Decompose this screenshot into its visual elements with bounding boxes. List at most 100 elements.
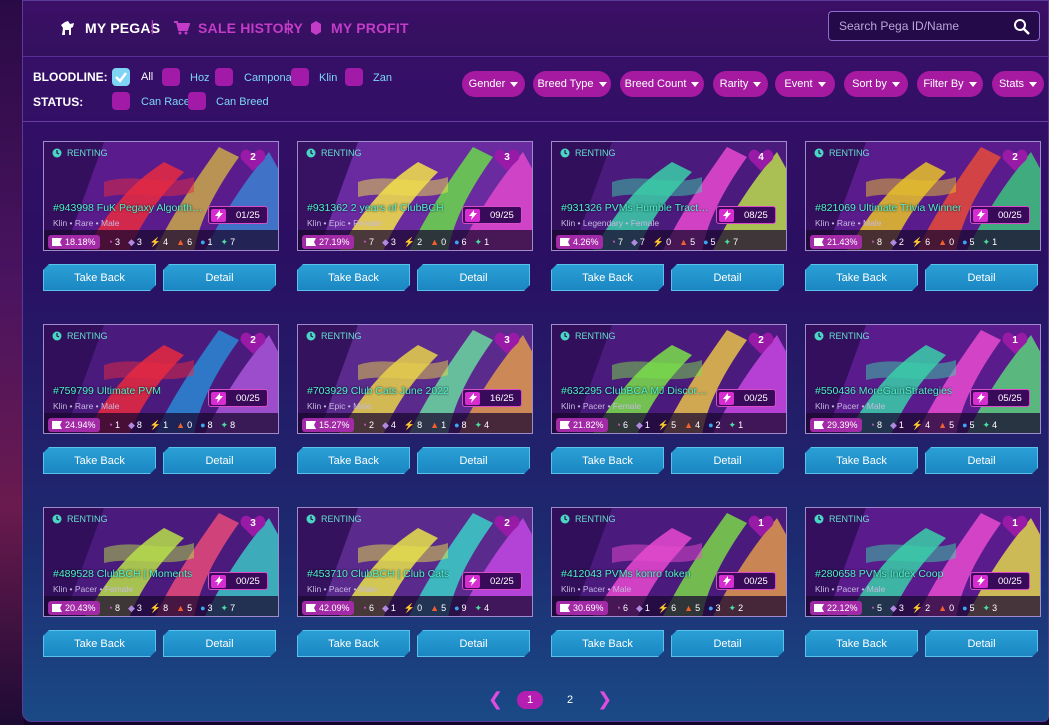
take-back-button[interactable]: Take Back — [551, 264, 664, 291]
pega-meta: Klin • Pacer • Male — [815, 584, 886, 594]
checkbox-can-race[interactable] — [112, 92, 130, 110]
tab-my-profit[interactable]: MY PROFIT — [309, 17, 409, 39]
dropdown-filter-by[interactable]: Filter By — [917, 71, 983, 97]
stat-water: ● 8 — [200, 420, 212, 430]
dropdown-breed-count[interactable]: Breed Count — [620, 71, 704, 97]
stat-water: ● 9 — [454, 603, 466, 613]
pega-artwork[interactable]: RENTING 1 #412043 PVMs konro token Klin … — [551, 507, 787, 617]
stat-wind: ✦ 3 — [983, 603, 998, 614]
breed-count-badge: 2 — [748, 331, 774, 355]
search-input[interactable] — [839, 19, 1009, 33]
detail-button[interactable]: Detail — [671, 264, 784, 291]
pega-artwork[interactable]: RENTING 2 #759799 Ultimate PVM Klin • Ra… — [43, 324, 279, 434]
detail-button[interactable]: Detail — [671, 630, 784, 657]
dropdown-rarity[interactable]: Rarity — [713, 71, 768, 97]
page-2-button[interactable]: 2 — [557, 691, 583, 709]
chevron-left-icon[interactable]: ❮ — [488, 689, 503, 710]
dropdown-gender[interactable]: Gender — [462, 71, 525, 97]
renting-badge: RENTING — [814, 148, 870, 158]
water-icon: ● — [703, 237, 709, 247]
detail-button[interactable]: Detail — [417, 447, 530, 474]
pega-artwork[interactable]: RENTING 2 #453710 ClubBCH | Club Cats Kl… — [297, 507, 533, 617]
take-back-button[interactable]: Take Back — [297, 630, 410, 657]
wind-icon: ✦ — [728, 419, 737, 430]
clock-icon — [560, 148, 570, 158]
stat-water: ● 8 — [454, 420, 466, 430]
pega-artwork[interactable]: RENTING 3 #489528 ClubBCH | Moments Klin… — [43, 507, 279, 617]
dropdown-event[interactable]: Event — [775, 71, 835, 97]
pega-artwork[interactable]: RENTING 4 #931326 PVMs Humble Tractors N… — [551, 141, 787, 251]
stat-lightning: ⚡ 2 — [912, 603, 930, 614]
win-rate: 42.09% — [319, 603, 350, 613]
checkbox-zan[interactable] — [345, 68, 363, 86]
speed-icon: ◔ — [107, 603, 113, 613]
main-panel: MY PEGAS | SALE HISTORY | MY PROFIT BLOO… — [22, 0, 1049, 722]
take-back-button[interactable]: Take Back — [297, 264, 410, 291]
take-back-button[interactable]: Take Back — [551, 447, 664, 474]
checkbox-can-breed[interactable] — [188, 92, 206, 110]
take-back-button[interactable]: Take Back — [805, 447, 918, 474]
energy-badge: 00/25 — [716, 389, 776, 407]
caret-down-icon — [968, 81, 977, 87]
stat-value: 1 — [644, 603, 650, 613]
pega-artwork[interactable]: RENTING 3 #703929 Club Cats June 2022 Kl… — [297, 324, 533, 434]
checkbox-campona[interactable] — [215, 68, 233, 86]
detail-button[interactable]: Detail — [163, 264, 276, 291]
page-1-button[interactable]: 1 — [517, 690, 544, 709]
detail-button[interactable]: Detail — [671, 447, 784, 474]
pega-artwork[interactable]: RENTING 2 #943998 FuK Pegaxy Algorithms … — [43, 141, 279, 251]
pega-artwork[interactable]: RENTING 1 #280658 PVMs Index Coop Klin •… — [805, 507, 1041, 617]
stat-lightning: ⚡ 8 — [404, 420, 422, 431]
pega-name: #703929 Club Cats June 2022 — [307, 385, 449, 397]
detail-button[interactable]: Detail — [925, 264, 1038, 291]
checkbox-hoz[interactable] — [162, 68, 180, 86]
pega-artwork[interactable]: RENTING 3 #931362 2 years of ClubBCH Kli… — [297, 141, 533, 251]
lightning-icon: ⚡ — [911, 419, 924, 430]
pega-artwork[interactable]: RENTING 2 #821069 Ultimate Trivia Winner… — [805, 141, 1041, 251]
detail-button[interactable]: Detail — [417, 264, 530, 291]
wind-icon: ✦ — [982, 236, 991, 247]
bloodline-label: BLOODLINE: — [33, 70, 108, 84]
stat-fire: ▲ 1 — [430, 420, 446, 430]
speed-icon: ◔ — [869, 237, 875, 247]
fire-icon: ▲ — [938, 420, 948, 430]
take-back-button[interactable]: Take Back — [805, 630, 918, 657]
speed-icon: ◔ — [615, 603, 621, 613]
detail-button[interactable]: Detail — [417, 630, 530, 657]
pega-artwork[interactable]: RENTING 1 #550436 MoreGainStrategies Kli… — [805, 324, 1041, 434]
detail-button[interactable]: Detail — [163, 630, 276, 657]
stat-value: 3 — [136, 237, 142, 247]
tab-sale-history[interactable]: SALE HISTORY — [174, 17, 303, 39]
energy-icon — [465, 208, 480, 222]
lightning-icon: ⚡ — [652, 236, 665, 247]
detail-button[interactable]: Detail — [163, 447, 276, 474]
take-back-button[interactable]: Take Back — [43, 264, 156, 291]
stat-value: 3 — [992, 603, 998, 613]
water-icon: ● — [200, 603, 206, 613]
take-back-button[interactable]: Take Back — [551, 630, 664, 657]
dropdown-breed-type[interactable]: Breed Type — [533, 71, 611, 97]
take-back-button[interactable]: Take Back — [43, 447, 156, 474]
detail-button[interactable]: Detail — [925, 447, 1038, 474]
stat-value: 0 — [949, 603, 955, 613]
checkbox-klin[interactable] — [291, 68, 309, 86]
stat-value: 2 — [417, 237, 423, 247]
win-rate-badge: 4.26% — [556, 235, 603, 249]
search-icon[interactable] — [1013, 18, 1031, 36]
chevron-right-icon[interactable]: ❯ — [597, 689, 612, 710]
clock-icon — [814, 148, 824, 158]
take-back-button[interactable]: Take Back — [805, 264, 918, 291]
strength-icon: ◆ — [635, 602, 643, 613]
pega-artwork[interactable]: RENTING 2 #632295 ClubBCA MJ Discord Qu.… — [551, 324, 787, 434]
take-back-button[interactable]: Take Back — [43, 630, 156, 657]
pega-meta: Klin • Pacer • Female — [561, 401, 642, 411]
pega-meta: Klin • Rare • Male — [815, 218, 882, 228]
checkbox-all[interactable] — [112, 68, 130, 86]
tab-my-pegas[interactable]: MY PEGAS — [59, 17, 160, 39]
dropdown-sort-by[interactable]: Sort by — [844, 71, 908, 97]
take-back-button[interactable]: Take Back — [297, 447, 410, 474]
checkbox-label-zan: Zan — [373, 72, 392, 84]
detail-button[interactable]: Detail — [925, 630, 1038, 657]
breed-count: 1 — [1012, 335, 1018, 346]
dropdown-stats[interactable]: Stats — [992, 71, 1044, 97]
